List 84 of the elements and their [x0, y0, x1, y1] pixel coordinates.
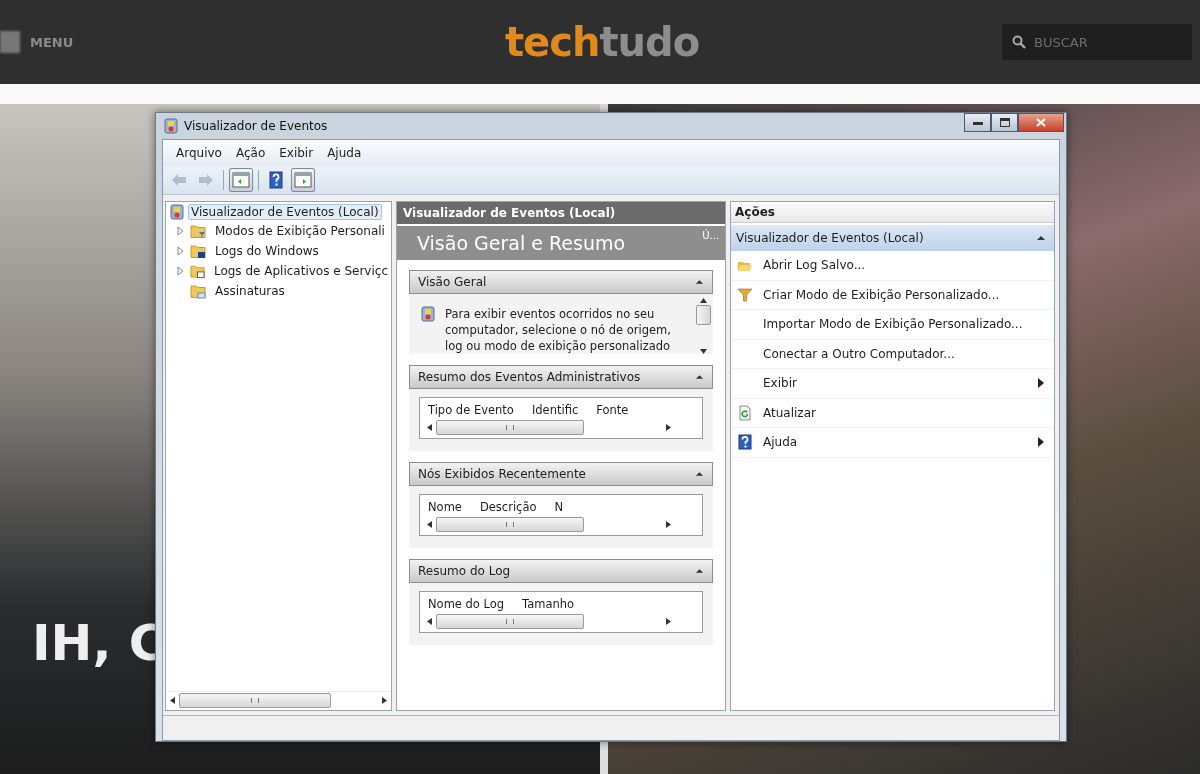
collapse-arrow-icon[interactable]	[695, 568, 704, 574]
action-item[interactable]: Atualizar	[731, 398, 1054, 428]
action-item[interactable]: Conectar a Outro Computador...	[731, 339, 1054, 369]
app-icon	[164, 118, 178, 134]
description-text: Para exibir eventos ocorridos no seu computador, selecione o nó de origem, log ou modo de exibição personalizado	[445, 306, 672, 354]
section-header[interactable]: Resumo do Log	[409, 559, 713, 583]
column-header[interactable]: Fonte	[596, 403, 629, 417]
close-icon	[1036, 118, 1046, 127]
scroll-left-icon[interactable]	[427, 618, 432, 625]
maximize-button[interactable]	[991, 113, 1018, 132]
horizontal-scrollbar[interactable]	[424, 516, 674, 533]
horizontal-scrollbar[interactable]	[424, 613, 674, 630]
show-tree-button[interactable]	[229, 168, 253, 192]
truncated-label: Ú...	[702, 230, 719, 241]
show-tree-icon	[232, 171, 250, 189]
action-item[interactable]: Ajuda	[731, 428, 1054, 458]
search-icon	[1012, 35, 1026, 49]
refresh-icon	[737, 404, 753, 421]
column-header[interactable]: Identific	[531, 403, 579, 417]
tree-item[interactable]: Logs do Windows	[212, 243, 322, 259]
folder-icon	[190, 243, 208, 259]
scroll-down-icon[interactable]	[699, 349, 707, 354]
collapse-arrow-icon[interactable]	[695, 374, 704, 380]
section-header[interactable]: Nós Exibidos Recentemente	[409, 462, 713, 486]
column-header[interactable]: Tipo de Evento	[428, 403, 514, 417]
collapse-arrow-icon[interactable]	[1036, 235, 1046, 241]
collapse-arrow-icon[interactable]	[695, 471, 704, 477]
show-actions-button[interactable]	[291, 168, 315, 192]
scroll-left-icon[interactable]	[427, 424, 432, 431]
forward-icon	[197, 171, 215, 189]
close-button[interactable]	[1018, 113, 1064, 132]
expand-arrow-icon[interactable]	[176, 266, 186, 276]
search-field[interactable]: BUSCAR	[1002, 24, 1192, 60]
section-header[interactable]: Visão Geral	[409, 270, 713, 294]
column-header[interactable]: Descrição	[479, 500, 537, 514]
action-item[interactable]: Abrir Log Salvo...	[731, 251, 1054, 281]
show-actions-icon	[294, 171, 312, 189]
column-header[interactable]: Nome	[428, 500, 462, 514]
menu-item[interactable]: Ajuda	[322, 144, 367, 162]
folder-icon	[190, 223, 208, 239]
tree-item[interactable]: Modos de Exibição Personali	[212, 223, 388, 239]
maximize-icon	[999, 118, 1010, 127]
help-icon	[737, 434, 753, 451]
collapse-arrow-icon[interactable]	[695, 279, 704, 285]
event-viewer-icon	[170, 204, 184, 220]
menu-item[interactable]: Arquivo	[171, 144, 227, 162]
pane-title: Visão Geral e Resumo	[417, 232, 626, 254]
column-header[interactable]: Nome do Log	[428, 597, 505, 611]
actions-group-header[interactable]: Visualizador de Eventos (Local)	[731, 225, 1054, 251]
minimize-icon	[972, 120, 983, 125]
action-item[interactable]: Criar Modo de Exibição Personalizado...	[731, 280, 1054, 310]
tree-item[interactable]: Assinaturas	[212, 283, 288, 299]
column-header[interactable]: N	[554, 500, 564, 514]
column-header[interactable]: Tamanho	[522, 597, 575, 611]
menu-label[interactable]: MENU	[30, 34, 74, 50]
pane-header: Visualizador de Eventos (Local)	[397, 202, 725, 226]
menu-item[interactable]: Ação	[230, 144, 271, 162]
action-item[interactable]: Exibir	[731, 369, 1054, 399]
vertical-scrollbar[interactable]	[695, 298, 711, 354]
scroll-left-icon[interactable]	[427, 521, 432, 528]
horizontal-scrollbar[interactable]	[424, 419, 674, 436]
event-viewer-icon	[421, 306, 435, 322]
site-logo[interactable]: techtudo	[505, 19, 700, 65]
scroll-left-icon[interactable]	[170, 696, 175, 704]
scroll-right-icon[interactable]	[382, 696, 387, 704]
scroll-right-icon[interactable]	[666, 618, 671, 625]
help-icon	[267, 171, 285, 189]
scroll-right-icon[interactable]	[666, 521, 671, 528]
actions-header: Ações	[731, 202, 1054, 223]
minimize-button[interactable]	[964, 113, 991, 132]
tree-item[interactable]: Visualizador de Eventos (Local)	[188, 204, 382, 220]
folder-icon	[190, 263, 207, 279]
tree-item[interactable]: Logs de Aplicativos e Serviçc	[210, 263, 391, 279]
action-item[interactable]: Importar Modo de Exibição Personalizado...	[731, 310, 1054, 340]
expand-arrow-icon[interactable]	[176, 246, 186, 256]
scroll-up-icon[interactable]	[699, 298, 707, 303]
folder-icon	[190, 283, 208, 299]
horizontal-scrollbar[interactable]	[167, 691, 390, 708]
section-header[interactable]: Resumo dos Eventos Administrativos	[409, 365, 713, 389]
scroll-right-icon[interactable]	[666, 424, 671, 431]
expand-arrow-icon[interactable]	[176, 226, 186, 236]
window-title: Visualizador de Eventos	[184, 119, 328, 133]
funnel-icon	[737, 286, 753, 303]
menu-item[interactable]: Exibir	[274, 144, 319, 162]
